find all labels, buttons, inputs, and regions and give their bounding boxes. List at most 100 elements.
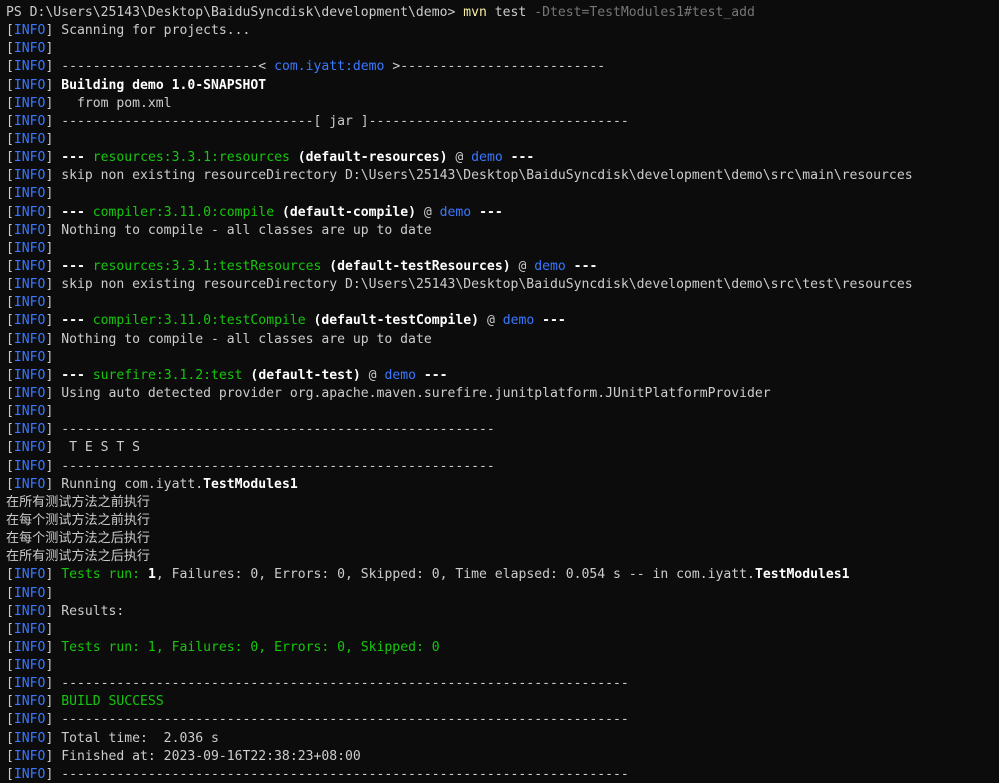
output-text: --- [534,313,566,329]
output-text: --- [416,367,448,383]
output-text: TestModules1 [203,476,298,492]
log-level-info: INFO [13,168,46,184]
output-text: [ [6,168,14,184]
prompt-command: mvn [463,5,487,20]
output-text: ] [45,131,54,147]
output-line: [INFO] ---------------------------------… [6,458,999,476]
log-level-info: INFO [13,585,46,601]
output-line: [INFO] [6,657,999,675]
output-text: --- [61,258,93,274]
output-text: [ [6,186,14,202]
prompt-line: PS D:\Users\25143\Desktop\BaiduSyncdisk\… [6,4,999,22]
output-line: [INFO] --------------------------------[… [6,113,999,131]
output-text: ] [45,567,62,583]
output-text: compiler:3.11.0:compile [92,204,275,220]
output-text: --- [565,258,598,274]
output-text: [ [6,658,14,674]
output-text: [ [6,603,14,619]
output-text: [ [6,458,14,474]
output-text: ] --------------------------------[ jar … [45,113,629,129]
log-level-info: INFO [13,41,46,57]
output-text: ] [45,295,54,311]
output-text: ] Nothing to compile - all classes are u… [45,331,432,347]
output-text: ] from pom.xml [45,95,172,111]
output-line: 在所有测试方法之前执行 [6,494,999,512]
output-line: [INFO] -------------------------< com.iy… [6,58,999,76]
output-line: [INFO] Total time: 2.036 s [6,730,999,748]
log-level-info: INFO [13,23,46,39]
output-text: ] T E S T S [45,440,141,456]
output-text: >-------------------------- [384,59,606,75]
output-text: --- [61,150,93,166]
output-line: [INFO] ---------------------------------… [6,675,999,693]
prompt-path: PS D:\Users\25143\Desktop\BaiduSyncdisk\… [6,5,464,20]
output-line: [INFO] [6,403,999,421]
output-text: com.iyatt:demo [274,59,385,75]
log-level-info: INFO [13,295,46,311]
output-text: @ [447,150,472,166]
output-text: ] [45,150,62,166]
output-line: [INFO] ---------------------------------… [6,766,999,783]
output-text: surefire:3.1.2:test [92,367,243,383]
output-line: 在每个测试方法之前执行 [6,512,999,530]
output-text: ] [45,367,62,383]
output-text: 1 [147,567,156,583]
log-level-info: INFO [13,59,46,75]
output-text: --- [471,204,503,220]
output-line: [INFO] Tests run: 1, Failures: 0, Errors… [6,639,999,657]
output-text: [ [6,748,14,764]
output-text: ] [45,585,54,601]
log-level-info: INFO [13,150,46,166]
output-line: 在每个测试方法之后执行 [6,530,999,548]
output-text: 在所有测试方法之后执行 [6,549,151,565]
output-line: [INFO] Tests run: 1, Failures: 0, Errors… [6,566,999,584]
output-text: demo [439,204,472,220]
output-text: ] [45,204,62,220]
output-text: [ [6,313,14,329]
output-line: [INFO] [6,349,999,367]
output-text: ] skip non existing resourceDirectory D:… [45,277,913,293]
output-line: [INFO] --- compiler:3.11.0:compile (defa… [6,204,999,222]
output-line: [INFO] skip non existing resourceDirecto… [6,167,999,185]
output-text: [ [6,440,14,456]
output-text: 在每个测试方法之前执行 [6,512,151,528]
output-line: [INFO] Nothing to compile - all classes … [6,331,999,349]
output-text: [ [6,766,14,782]
output-line: [INFO] [6,621,999,639]
output-text: [ [6,349,14,365]
output-text: [ [6,385,14,401]
output-line: [INFO] [6,131,999,149]
output-text: [ [6,240,14,256]
output-text: [ [6,712,14,728]
output-text: BUILD SUCCESS [61,694,164,710]
output-text: [ [6,639,14,655]
prompt-subcommand: test [486,5,535,20]
output-text: Tests run: 1, Failures: 0, Errors: 0, Sk… [61,639,440,655]
output-text: [ [6,277,14,293]
output-text: [ [6,476,14,492]
log-level-info: INFO [13,313,46,329]
output-text: ] Finished at: 2023-09-16T22:38:23+08:00 [45,748,361,764]
output-text: resources:3.3.1:testResources [92,258,322,274]
output-line: [INFO] [6,240,999,258]
output-line: [INFO] Scanning for projects... [6,22,999,40]
output-text: @ [479,313,503,329]
output-line: [INFO] [6,185,999,203]
log-level-info: INFO [13,730,46,746]
output-text: --- [61,204,93,220]
output-text: @ [415,204,440,220]
output-text: [ [6,131,14,147]
log-level-info: INFO [13,367,46,383]
output-text: [ [6,204,14,220]
output-line: [INFO] skip non existing resourceDirecto… [6,276,999,294]
output-text: Tests run: [61,567,148,583]
output-text: ] Nothing to compile - all classes are u… [45,222,432,238]
output-text: ] [45,621,54,637]
output-text: [ [6,422,14,438]
log-level-info: INFO [13,222,46,238]
output-line: [INFO] [6,40,999,58]
log-level-info: INFO [13,639,46,655]
output-line: 在所有测试方法之后执行 [6,548,999,566]
log-level-info: INFO [13,331,46,347]
terminal-window[interactable]: PS D:\Users\25143\Desktop\BaiduSyncdisk\… [0,0,999,783]
